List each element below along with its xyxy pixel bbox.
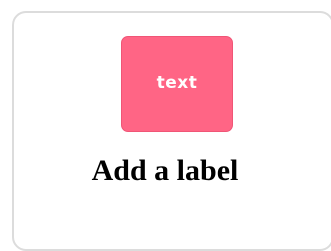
add-label-text[interactable]: Add a label [14,153,316,189]
label-card: text Add a label [12,11,331,251]
text-tag-button[interactable]: text [121,36,233,132]
tag-text: text [156,73,198,93]
